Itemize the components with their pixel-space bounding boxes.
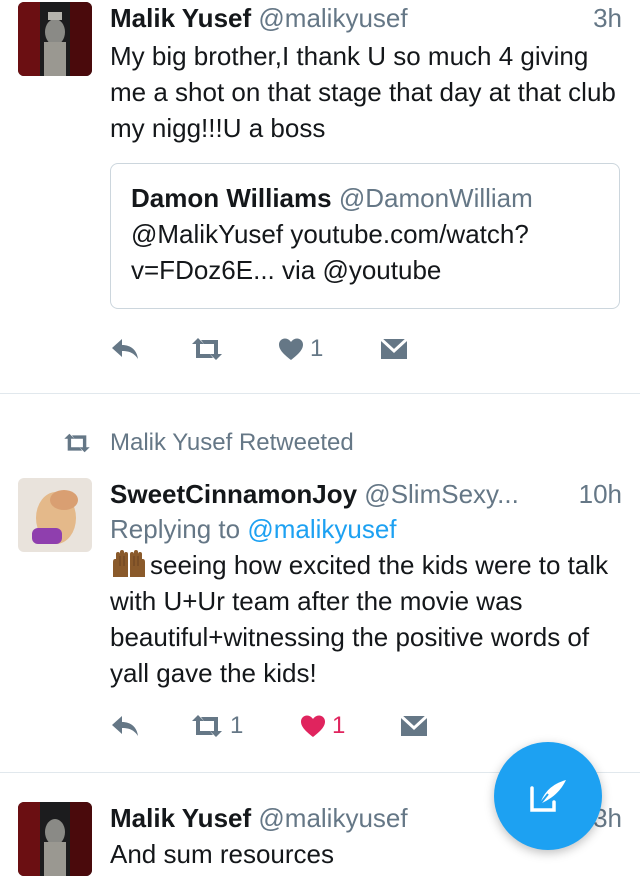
quoted-author-name: Damon Williams (131, 183, 332, 213)
retweet-icon (192, 338, 222, 360)
avatar[interactable] (18, 2, 92, 76)
compose-icon (530, 780, 566, 812)
quoted-author-handle: @DamonWilliam (338, 183, 533, 213)
like-button[interactable]: 1 (300, 706, 345, 746)
tweet-text-container: seeing how excited the kids were to talk… (110, 547, 620, 691)
retweet-icon (64, 433, 90, 453)
tweet-text: My big brother,I thank U so much 4 givin… (110, 41, 616, 143)
tweet-actions: 1 1 (110, 706, 510, 746)
reply-icon (112, 716, 138, 736)
like-count: 1 (332, 712, 346, 739)
replying-to-label: Replying to (110, 514, 241, 544)
reply-button[interactable] (110, 329, 140, 369)
retweeted-by-text: Malik Yusef Retweeted (110, 429, 354, 456)
tweet-timestamp: 10h (578, 479, 622, 509)
author-name[interactable]: Malik Yusef (110, 803, 251, 833)
like-button[interactable]: 1 (278, 329, 323, 369)
avatar[interactable] (18, 802, 92, 876)
retweet-count: 1 (230, 712, 244, 739)
author-handle[interactable]: @malikyusef (258, 803, 407, 833)
direct-message-button[interactable] (400, 706, 428, 746)
quoted-text-line: v=FDoz6E... via @youtube (131, 255, 442, 285)
retweet-button[interactable] (190, 329, 224, 369)
heart-icon (279, 338, 303, 360)
reply-icon (112, 339, 138, 359)
reply-button[interactable] (110, 706, 140, 746)
raised-hands-emoji-icon (110, 550, 150, 578)
tweet-timestamp: 3h (593, 3, 622, 33)
retweet-icon (192, 715, 222, 737)
tweet-text: seeing how excited the kids were to talk… (110, 550, 609, 688)
author-name[interactable]: Malik Yusef (110, 3, 251, 33)
quoted-text-line: @MalikYusef youtube.com/watch? (131, 219, 529, 249)
replying-to-handle[interactable]: @malikyusef (247, 514, 396, 544)
author-handle[interactable]: @SlimSexy... (364, 479, 519, 509)
divider (0, 393, 640, 394)
retweet-button[interactable]: 1 (190, 706, 243, 746)
envelope-icon (380, 338, 408, 359)
like-count: 1 (310, 335, 324, 362)
retweeted-by-label[interactable]: Malik Yusef Retweeted (62, 428, 354, 458)
direct-message-button[interactable] (380, 329, 408, 369)
quoted-tweet[interactable]: Damon Williams @DamonWilliam @MalikYusef… (110, 163, 620, 309)
replying-to: Replying to @malikyusef (110, 512, 397, 546)
author-name[interactable]: SweetCinnamonJoy (110, 479, 357, 509)
avatar[interactable] (18, 478, 92, 552)
author-handle[interactable]: @malikyusef (258, 3, 407, 33)
compose-tweet-button[interactable] (494, 742, 602, 850)
tweet-actions: 1 (110, 329, 510, 369)
heart-icon (301, 715, 325, 737)
envelope-icon (400, 715, 428, 736)
